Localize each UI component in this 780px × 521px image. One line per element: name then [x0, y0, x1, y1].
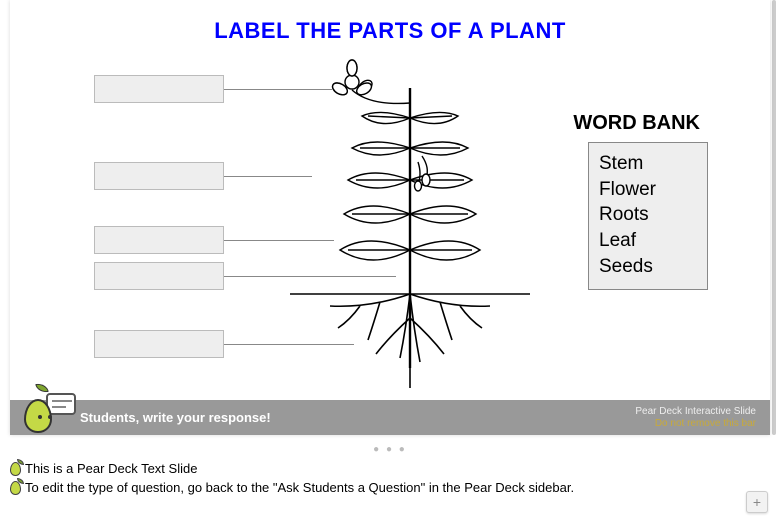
wordbank-item: Stem: [599, 151, 697, 177]
footer-right: Pear Deck Interactive Slide Do not remov…: [635, 406, 756, 430]
slide: LABEL THE PARTS OF A PLANT: [10, 0, 770, 435]
label-box-3[interactable]: [94, 226, 224, 254]
wordbank-box: Stem Flower Roots Leaf Seeds: [588, 142, 708, 290]
speaker-notes: This is a Pear Deck Text Slide To edit t…: [10, 460, 574, 498]
note-line-1: This is a Pear Deck Text Slide: [10, 460, 574, 479]
pear-icon: [18, 383, 72, 433]
note-text: To edit the type of question, go back to…: [25, 479, 574, 498]
note-line-2: To edit the type of question, go back to…: [10, 479, 574, 498]
wordbank-item: Roots: [599, 202, 697, 228]
footer-left: Students, write your response!: [10, 400, 271, 435]
pear-icon: [10, 462, 21, 476]
footer-prompt: Students, write your response!: [80, 410, 271, 425]
label-box-5[interactable]: [94, 330, 224, 358]
wordbank-item: Seeds: [599, 254, 697, 280]
note-text: This is a Pear Deck Text Slide: [25, 460, 197, 479]
add-button[interactable]: +: [746, 491, 768, 513]
wordbank-item: Leaf: [599, 228, 697, 254]
wordbank-item: Flower: [599, 177, 697, 203]
peardeck-footer: Students, write your response! Pear Deck…: [10, 400, 770, 435]
page-indicator: ● ● ●: [0, 444, 780, 455]
scrollbar[interactable]: [772, 0, 776, 435]
wordbank-title: WORD BANK: [573, 112, 700, 135]
slide-inner: LABEL THE PARTS OF A PLANT: [10, 0, 770, 435]
footer-warning: Do not remove this bar: [635, 418, 756, 430]
footer-brand: Pear Deck Interactive Slide: [635, 406, 756, 418]
slide-title: LABEL THE PARTS OF A PLANT: [10, 18, 770, 44]
plant-illustration: [290, 58, 530, 408]
label-box-1[interactable]: [94, 75, 224, 103]
label-box-2[interactable]: [94, 162, 224, 190]
pear-icon: [10, 481, 21, 495]
label-box-4[interactable]: [94, 262, 224, 290]
